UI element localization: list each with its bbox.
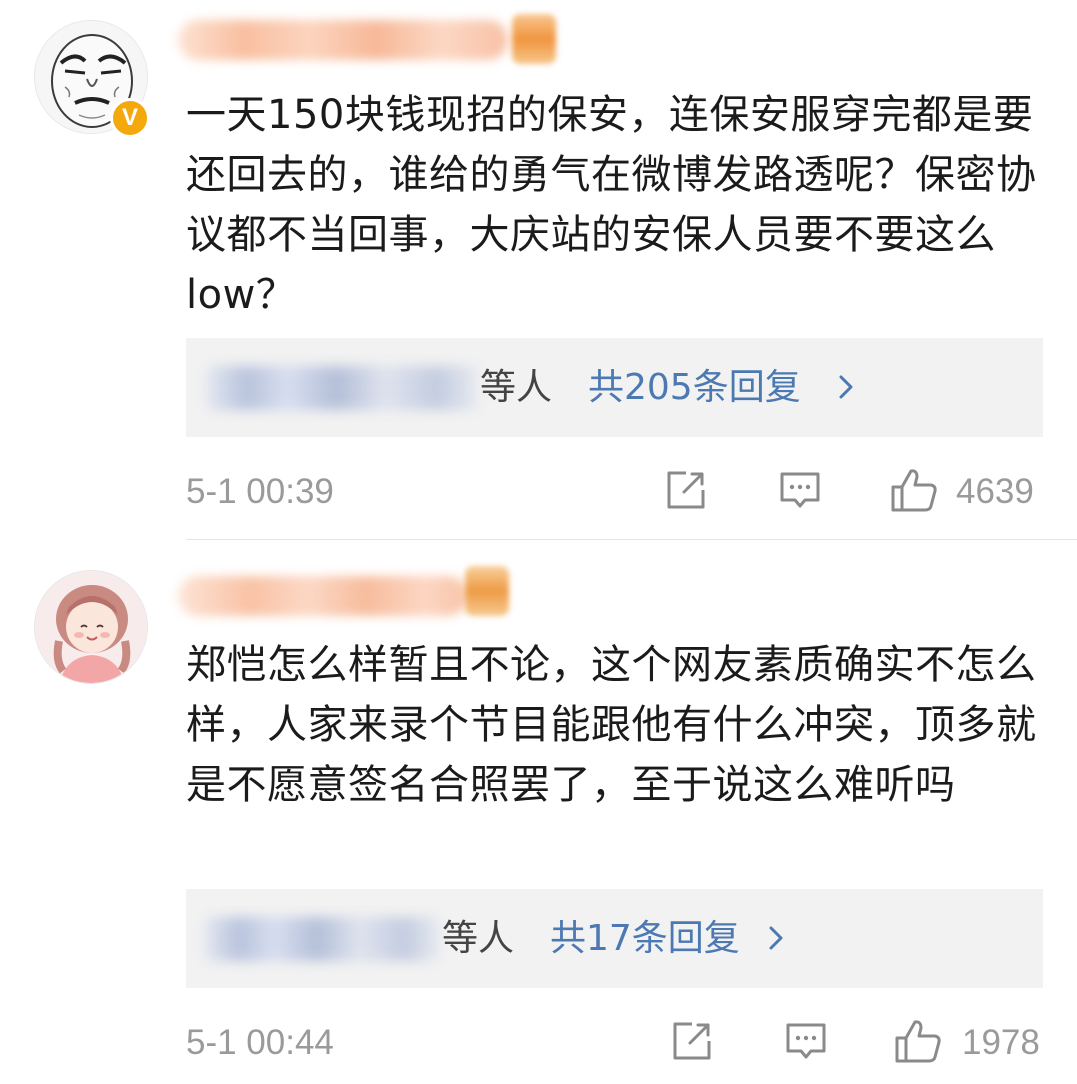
user-level-badge-icon [512, 14, 556, 64]
comment-text: 一天150块钱现招的保安，连保安服穿完都是要还回去的，谁给的勇气在微博发路透呢？… [186, 92, 1037, 318]
comment-timestamp: 5-1 00:44 [186, 1023, 334, 1062]
user-level-badge-icon [465, 566, 509, 616]
comment-timestamp: 5-1 00:39 [186, 472, 334, 511]
reply-users-redacted [204, 917, 440, 961]
reply-preview[interactable]: 等人 共17条回复 [186, 889, 1043, 988]
comment-text: 郑恺怎么样暂且不论，这个网友素质确实不怎么样，人家来录个节目能跟他有什么冲突，顶… [186, 642, 1037, 808]
username-redacted[interactable] [178, 20, 508, 60]
avatar[interactable]: V [34, 20, 150, 138]
comment-icon[interactable] [778, 468, 822, 512]
thumbs-up-icon[interactable] [894, 1018, 942, 1064]
avatar-image [34, 570, 148, 684]
reply-users-redacted [206, 366, 478, 410]
share-icon[interactable] [670, 1019, 714, 1063]
chevron-right-icon [839, 375, 853, 399]
reply-preview[interactable]: 等人 共205条回复 [186, 338, 1043, 437]
username-redacted[interactable] [178, 576, 468, 616]
like-count: 1978 [962, 1023, 1040, 1062]
verified-badge-icon: V [110, 98, 150, 138]
reply-suffix: 等人 [442, 918, 515, 959]
comment-item: 郑恺怎么样暂且不论，这个网友素质确实不怎么样，人家来录个节目能跟他有什么冲突，顶… [0, 540, 1077, 1084]
comment-icon[interactable] [784, 1019, 828, 1063]
avatar[interactable] [34, 570, 148, 684]
chevron-right-icon [769, 926, 783, 950]
reply-count-link[interactable]: 共205条回复 [588, 362, 801, 414]
reply-count-link[interactable]: 共17条回复 [550, 913, 740, 965]
reply-suffix: 等人 [480, 367, 553, 408]
share-icon[interactable] [664, 468, 708, 512]
comment-item: V 一天150块钱现招的保安，连保安服穿完都是要还回去的，谁给的勇气在微博发路透… [0, 0, 1077, 540]
like-count: 4639 [956, 472, 1034, 511]
thumbs-up-icon[interactable] [890, 467, 938, 513]
